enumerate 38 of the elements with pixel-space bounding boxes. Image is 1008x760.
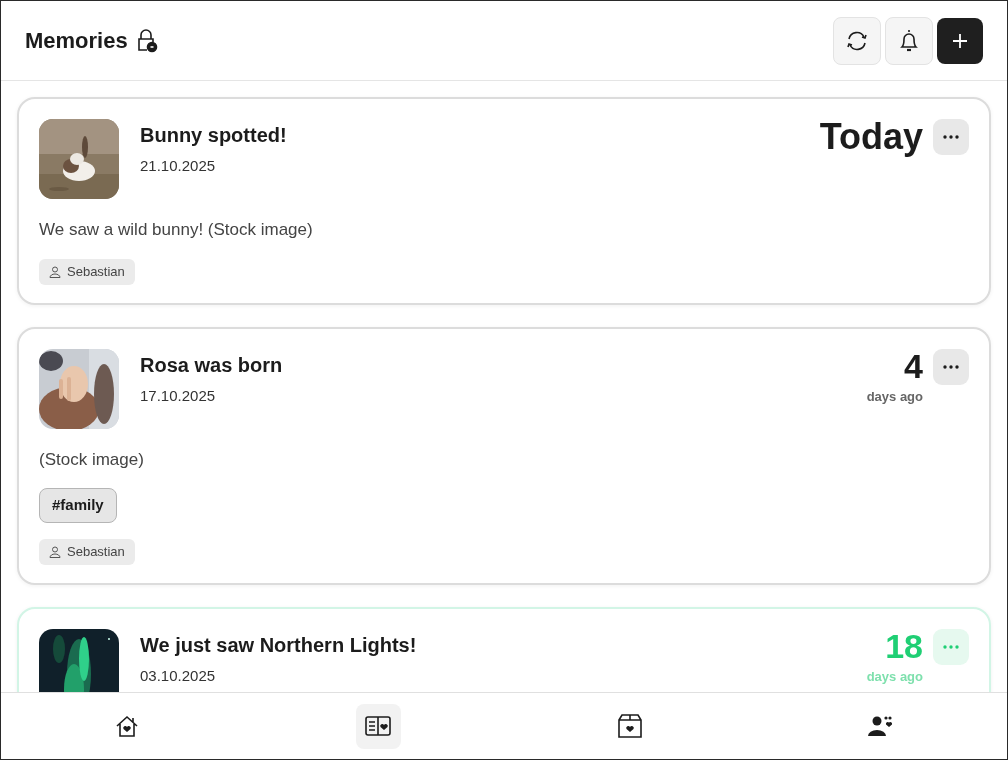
time-unit: days ago: [866, 387, 923, 406]
plus-icon: [953, 33, 967, 48]
relative-time: 4: [904, 348, 923, 383]
memory-card[interactable]: Bunny spotted! 21.10.2025 Today We saw a wild bunny! (Stock image) Sebastian: [17, 97, 991, 305]
more-icon: [943, 644, 959, 649]
person-icon: [49, 265, 61, 278]
nav-tab[interactable]: [355, 703, 401, 749]
memory-card[interactable]: Rosa was born 17.10.2025 4 days ago (Stock image) #family Sebastian: [17, 326, 991, 585]
box-icon: [616, 713, 643, 739]
page-title: Memories: [25, 27, 128, 55]
more-button[interactable]: [933, 348, 969, 385]
memory-description: (Stock image): [39, 448, 145, 471]
author-chip: Sebastian: [39, 258, 135, 285]
memory-title: Rosa was born: [140, 352, 284, 378]
memory-title: We just saw Northern Lights!: [140, 632, 418, 658]
relative-time: 18: [885, 628, 923, 663]
memory-date: 21.10.2025: [140, 156, 217, 176]
tag[interactable]: #family: [39, 488, 117, 523]
add-button[interactable]: [937, 17, 983, 64]
relative-time: Today: [819, 119, 923, 155]
refresh-icon: [845, 29, 869, 52]
notifications-button[interactable]: [885, 16, 933, 65]
memory-card[interactable]: We just saw Northern Lights! 03.10.2025 18 days ago: [17, 606, 991, 692]
person-icon: [49, 545, 61, 558]
memory-date: 17.10.2025: [140, 385, 217, 406]
more-icon: [943, 364, 959, 369]
more-button[interactable]: [933, 119, 969, 155]
more-icon: [943, 135, 959, 139]
bell-icon: [898, 27, 920, 54]
journal-icon: [365, 716, 392, 736]
refresh-button[interactable]: [833, 16, 881, 65]
memory-description: We saw a wild bunny! (Stock image): [39, 219, 314, 241]
memory-title: Bunny spotted!: [140, 123, 288, 148]
home-icon: [114, 715, 139, 737]
lock-icon: [135, 28, 158, 53]
time-unit: days ago: [866, 667, 923, 686]
author-chip: Sebastian: [39, 538, 135, 565]
memory-date: 03.10.2025: [140, 665, 217, 686]
